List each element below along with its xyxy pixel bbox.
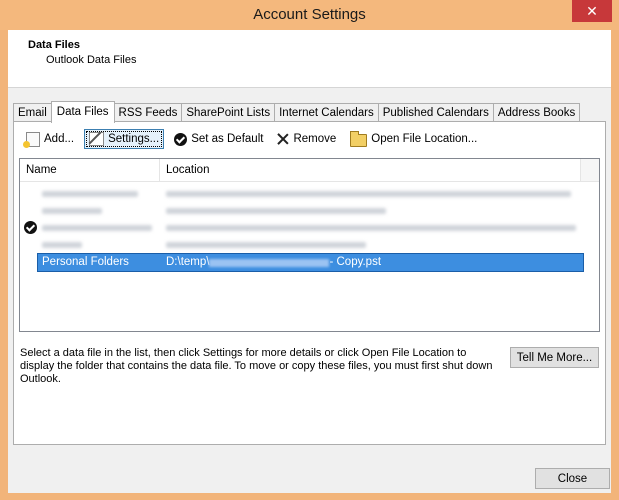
tell-me-more-button[interactable]: Tell Me More...	[510, 347, 599, 368]
folder-icon	[350, 130, 368, 147]
settings-button-label: Settings...	[108, 133, 160, 145]
header-filler	[581, 159, 599, 181]
open-file-location-button[interactable]: Open File Location...	[346, 129, 481, 149]
list-item[interactable]	[24, 219, 583, 236]
blurred-name	[42, 208, 102, 214]
tab-sharepoint-lists[interactable]: SharePoint Lists	[181, 103, 276, 122]
account-settings-window: Account Settings ✕ Data Files Outlook Da…	[0, 0, 619, 500]
tab-email[interactable]: Email	[13, 103, 52, 122]
remove-button-label: Remove	[293, 133, 337, 145]
tab-data-files[interactable]: Data Files	[50, 101, 115, 123]
tab-rss-feeds[interactable]: RSS Feeds	[113, 103, 183, 122]
list-item-personal-folders[interactable]: Personal Folders D:\temp\ - Copy.pst	[37, 253, 584, 272]
set-as-default-button[interactable]: Set as Default	[170, 129, 267, 149]
close-icon: ✕	[586, 3, 598, 19]
x-icon	[277, 133, 289, 145]
remove-button[interactable]: Remove	[273, 129, 340, 149]
header-title: Data Files	[28, 39, 80, 51]
tab-strip: Email Data Files RSS Feeds SharePoint Li…	[13, 101, 581, 123]
description-text: Select a data file in the list, then cli…	[20, 347, 493, 385]
data-files-list[interactable]: Name Location Personal Folders D:\temp\ …	[19, 158, 600, 332]
check-circle-icon	[174, 132, 188, 146]
blurred-location	[166, 225, 576, 231]
default-check-icon	[24, 221, 37, 234]
column-header-name[interactable]: Name	[20, 159, 160, 181]
data-files-panel: Add... Settings... Set as Default Remove…	[13, 121, 606, 445]
blurred-location	[166, 242, 366, 248]
settings-button[interactable]: Settings...	[84, 129, 165, 149]
blurred-name	[42, 242, 82, 248]
add-button-label: Add...	[44, 133, 75, 145]
add-button[interactable]: Add...	[22, 129, 78, 149]
tab-internet-calendars[interactable]: Internet Calendars	[274, 103, 379, 122]
blurred-name	[42, 225, 152, 231]
set-as-default-label: Set as Default	[191, 133, 264, 145]
tab-published-calendars[interactable]: Published Calendars	[377, 103, 494, 122]
redacted-text	[209, 259, 330, 267]
blurred-location	[166, 208, 386, 214]
window-close-button[interactable]: ✕	[572, 0, 612, 22]
list-item[interactable]	[38, 202, 583, 219]
add-file-icon	[23, 131, 40, 148]
list-item[interactable]	[38, 185, 583, 202]
open-file-location-label: Open File Location...	[371, 133, 478, 145]
window-title: Account Settings	[253, 6, 366, 23]
location-suffix: - Copy.pst	[329, 256, 382, 268]
list-header: Name Location	[20, 159, 599, 182]
toolbar: Add... Settings... Set as Default Remove…	[22, 128, 487, 150]
title-bar[interactable]: Account Settings ✕	[0, 0, 619, 30]
close-button[interactable]: Close	[535, 468, 610, 489]
list-item[interactable]	[38, 236, 583, 253]
header-subtitle: Outlook Data Files	[46, 54, 137, 66]
blurred-location	[166, 191, 571, 197]
dialog-client-area: Data Files Outlook Data Files Email Data…	[8, 30, 611, 493]
tab-address-books[interactable]: Address Books	[492, 103, 581, 122]
row-name: Personal Folders	[42, 256, 129, 268]
settings-icon	[89, 132, 105, 146]
blurred-name	[42, 191, 138, 197]
header-panel: Data Files Outlook Data Files	[8, 30, 611, 88]
row-location: D:\temp\ - Copy.pst	[166, 254, 381, 271]
column-header-location[interactable]: Location	[160, 159, 581, 181]
location-prefix: D:\temp\	[166, 256, 210, 268]
